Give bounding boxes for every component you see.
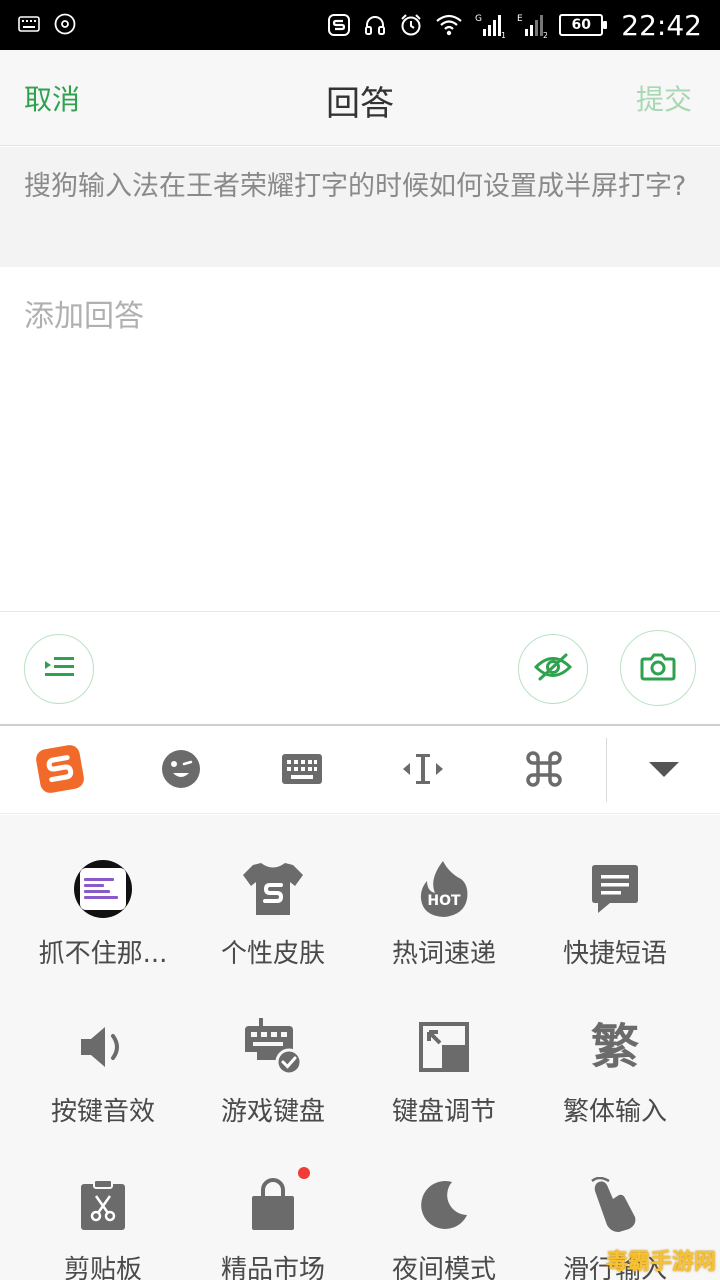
grid-item-night-mode[interactable]: 夜间模式 (359, 1131, 529, 1280)
grid-item-label: 精品市场 (220, 1255, 325, 1280)
grid-item-market[interactable]: 精品市场 (188, 1131, 358, 1280)
grid-item-label: 键盘调节 (391, 1097, 496, 1127)
signal-sim1-icon: G1 (475, 12, 505, 38)
grid-item-label: 游戏键盘 (220, 1097, 325, 1127)
avatar (74, 860, 132, 918)
grid-item-keyboard-adjust[interactable]: 键盘调节 (359, 973, 529, 1127)
svg-text:1: 1 (501, 31, 505, 38)
eye-off-icon (533, 652, 573, 686)
emoji-icon (161, 749, 201, 793)
answer-placeholder: 添加回答 (24, 299, 144, 334)
submit-button[interactable]: 提交 (636, 78, 692, 118)
resize-icon (412, 1015, 476, 1079)
message-icon (583, 857, 647, 921)
cursor-icon (401, 751, 445, 791)
grid-item-label: 繁体输入 (562, 1097, 667, 1127)
page-title: 回答 (326, 84, 394, 124)
speaker-icon (71, 1015, 135, 1079)
sogou-logo-icon (33, 744, 87, 798)
indent-list-icon (42, 653, 76, 685)
emoji-button[interactable] (151, 748, 211, 794)
collapse-arrow-icon (648, 759, 680, 783)
hot-flame-icon: HOT (412, 857, 476, 921)
keyboard-function-grid: 抓不住那... 个性皮肤 HOT 热词速递 快捷短语 按键音效 游戏键盘 键盘调… (0, 815, 720, 1280)
grid-item-label: 按键音效 (50, 1097, 155, 1127)
answer-input[interactable]: 添加回答 (0, 267, 720, 611)
svg-text:G: G (475, 14, 482, 24)
grid-item-label: 剪贴板 (63, 1255, 142, 1280)
grid-item-clipboard[interactable]: 剪贴板 (18, 1131, 188, 1280)
toolbar-divider (606, 738, 607, 802)
grid-item-label: 抓不住那... (38, 939, 168, 969)
game-keyboard-icon (241, 1015, 305, 1079)
status-bar-right: G1 E2 60 22:42 (327, 8, 702, 42)
profile-avatar-icon (71, 857, 135, 921)
sogou-status-icon (327, 13, 351, 37)
question-text: 搜狗输入法在王者荣耀打字的时候如何设置成半屏打字? (0, 147, 720, 267)
status-bar: G1 E2 60 22:42 (0, 0, 720, 50)
grid-item-label: 快捷短语 (562, 939, 667, 969)
grid-item-label: 个性皮肤 (220, 939, 325, 969)
swipe-hand-icon (583, 1173, 647, 1237)
sogou-menu-button[interactable] (30, 745, 90, 794)
app-screen: G1 E2 60 22:42 取消 回答 提交 搜狗输入法在王者荣耀打字的时候如… (0, 0, 720, 1280)
anonymous-toggle-button[interactable] (518, 634, 588, 704)
grid-item-game-keyboard[interactable]: 游戏键盘 (188, 973, 358, 1127)
watermark-logo: 毒霸手游网 (605, 1250, 716, 1275)
grid-item-key-sound[interactable]: 按键音效 (18, 973, 188, 1127)
editor-toolbar (0, 611, 720, 726)
grid-item-quick-phrases[interactable]: 快捷短语 (530, 815, 700, 969)
alarm-icon (399, 13, 423, 37)
shortcut-command-button[interactable] (514, 748, 574, 794)
grid-item-hot-words[interactable]: HOT 热词速递 (359, 815, 529, 969)
grid-item-label: 夜间模式 (391, 1255, 496, 1280)
grid-item-skins[interactable]: 个性皮肤 (188, 815, 358, 969)
grid-item-traditional-input[interactable]: 繁 繁体输入 (530, 973, 700, 1127)
status-time: 22:42 (621, 8, 702, 42)
clipboard-icon (71, 1173, 135, 1237)
keyboard-switch-button[interactable] (272, 748, 332, 794)
camera-icon (640, 651, 676, 685)
camera-button[interactable] (620, 630, 696, 706)
battery-indicator: 60 (559, 14, 608, 36)
shopping-bag-icon (241, 1173, 305, 1237)
keyboard-icon (281, 753, 323, 789)
music-disc-icon (54, 13, 76, 35)
wifi-icon (435, 14, 463, 36)
svg-text:2: 2 (543, 31, 547, 38)
traditional-char-icon: 繁 (583, 1015, 647, 1079)
svg-text:E: E (517, 14, 523, 24)
cursor-move-button[interactable] (393, 748, 453, 794)
command-icon (525, 750, 563, 792)
moon-icon (412, 1173, 476, 1237)
signal-sim2-icon: E2 (517, 12, 547, 38)
keyboard-toolbar (0, 728, 720, 814)
grid-item-profile[interactable]: 抓不住那... (18, 815, 188, 969)
keyboard-status-icon (18, 16, 40, 32)
grid-item-label: 热词速递 (391, 939, 496, 969)
tshirt-icon (241, 857, 305, 921)
traditional-glyph: 繁 (590, 1019, 639, 1075)
headphones-icon (363, 13, 387, 37)
status-bar-left (18, 13, 76, 35)
svg-text:HOT: HOT (427, 893, 461, 909)
insert-list-button[interactable] (24, 634, 94, 704)
new-badge-dot (298, 1167, 310, 1179)
collapse-keyboard-button[interactable] (634, 748, 694, 794)
top-bar: 取消 回答 提交 (0, 50, 720, 146)
